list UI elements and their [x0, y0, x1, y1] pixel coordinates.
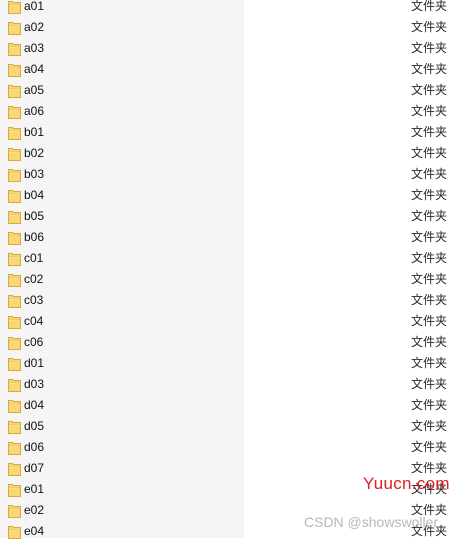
folder-icon	[8, 356, 21, 371]
folder-type: 文件夹	[411, 440, 448, 454]
folder-icon	[8, 62, 21, 77]
folder-row[interactable]: b05 文件夹	[0, 206, 472, 227]
folder-icon	[8, 146, 21, 161]
folder-row[interactable]: a02 文件夹	[0, 17, 472, 38]
folder-name: c04	[24, 314, 44, 328]
folder-type: 文件夹	[411, 272, 448, 286]
folder-row[interactable]: d01 文件夹	[0, 353, 472, 374]
folder-icon	[8, 293, 21, 308]
folder-name: e04	[24, 524, 45, 538]
folder-icon	[8, 188, 21, 203]
folder-name: a04	[24, 62, 45, 76]
folder-icon	[8, 440, 21, 455]
folder-icon	[8, 0, 21, 14]
folder-name: e01	[24, 482, 45, 496]
folder-icon	[8, 524, 21, 539]
folder-icon	[8, 167, 21, 182]
folder-row[interactable]: b06 文件夹	[0, 227, 472, 248]
folder-row[interactable]: c03 文件夹	[0, 290, 472, 311]
folder-type: 文件夹	[411, 251, 448, 265]
folder-type: 文件夹	[411, 419, 448, 433]
folder-type: 文件夹	[411, 167, 448, 181]
folder-name: b05	[24, 209, 45, 223]
folder-name: d01	[24, 356, 45, 370]
folder-type: 文件夹	[411, 188, 448, 202]
folder-name: b01	[24, 125, 45, 139]
folder-name: c06	[24, 335, 44, 349]
folder-row[interactable]: d05 文件夹	[0, 416, 472, 437]
file-list: a01 文件夹 a02 文件夹 a03 文件夹 a04 文件夹 a05 文件夹 a06 文件夹 b01 文…	[0, 0, 472, 542]
folder-row[interactable]: b03 文件夹	[0, 164, 472, 185]
folder-type: 文件夹	[411, 230, 448, 244]
folder-row[interactable]: b01 文件夹	[0, 122, 472, 143]
folder-name: d07	[24, 461, 45, 475]
folder-type: 文件夹	[411, 398, 448, 412]
folder-name: d04	[24, 398, 45, 412]
folder-type: 文件夹	[411, 209, 448, 223]
folder-icon	[8, 104, 21, 119]
folder-icon	[8, 377, 21, 392]
folder-icon	[8, 41, 21, 56]
folder-type: 文件夹	[411, 314, 448, 328]
folder-row[interactable]: d06 文件夹	[0, 437, 472, 458]
folder-icon	[8, 230, 21, 245]
folder-row[interactable]: c04 文件夹	[0, 311, 472, 332]
site-watermark: Yuucn.com	[363, 474, 450, 493]
folder-icon	[8, 20, 21, 35]
folder-type: 文件夹	[411, 146, 448, 160]
folder-row[interactable]: a05 文件夹	[0, 80, 472, 101]
folder-type: 文件夹	[411, 41, 448, 55]
folder-type: 文件夹	[411, 20, 448, 34]
folder-row[interactable]: c06 文件夹	[0, 332, 472, 353]
folder-type: 文件夹	[411, 125, 448, 139]
folder-type: 文件夹	[411, 335, 448, 349]
folder-icon	[8, 503, 21, 518]
folder-name: e02	[24, 503, 45, 517]
folder-name: b03	[24, 167, 45, 181]
folder-type: 文件夹	[411, 83, 448, 97]
folder-name: b02	[24, 146, 45, 160]
folder-icon	[8, 398, 21, 413]
folder-type: 文件夹	[411, 104, 448, 118]
folder-row[interactable]: c01 文件夹	[0, 248, 472, 269]
folder-row[interactable]: a01 文件夹	[0, 0, 472, 17]
folder-icon	[8, 209, 21, 224]
folder-icon	[8, 461, 21, 476]
folder-row[interactable]: d04 文件夹	[0, 395, 472, 416]
folder-name: a02	[24, 20, 45, 34]
folder-icon	[8, 335, 21, 350]
folder-icon	[8, 419, 21, 434]
folder-row[interactable]: a03 文件夹	[0, 38, 472, 59]
folder-name: d05	[24, 419, 45, 433]
folder-row[interactable]: d03 文件夹	[0, 374, 472, 395]
folder-name: d06	[24, 440, 45, 454]
folder-row[interactable]: b02 文件夹	[0, 143, 472, 164]
folder-icon	[8, 482, 21, 497]
folder-name: b04	[24, 188, 45, 202]
folder-name: b06	[24, 230, 45, 244]
folder-icon	[8, 314, 21, 329]
folder-icon	[8, 251, 21, 266]
folder-name: a06	[24, 104, 45, 118]
folder-name: c02	[24, 272, 44, 286]
folder-type: 文件夹	[411, 62, 448, 76]
folder-name: d03	[24, 377, 45, 391]
folder-row[interactable]: b04 文件夹	[0, 185, 472, 206]
folder-name: a05	[24, 83, 45, 97]
folder-type: 文件夹	[411, 0, 448, 13]
folder-type: 文件夹	[411, 356, 448, 370]
folder-type: 文件夹	[411, 377, 448, 391]
folder-type: 文件夹	[411, 293, 448, 307]
folder-icon	[8, 125, 21, 140]
folder-row[interactable]: c02 文件夹	[0, 269, 472, 290]
folder-icon	[8, 272, 21, 287]
folder-name: c01	[24, 251, 44, 265]
folder-name: a01	[24, 0, 45, 13]
folder-row[interactable]: a06 文件夹	[0, 101, 472, 122]
folder-name: c03	[24, 293, 44, 307]
author-watermark: CSDN @showswoller	[304, 514, 439, 530]
folder-name: a03	[24, 41, 45, 55]
folder-icon	[8, 83, 21, 98]
folder-row[interactable]: a04 文件夹	[0, 59, 472, 80]
